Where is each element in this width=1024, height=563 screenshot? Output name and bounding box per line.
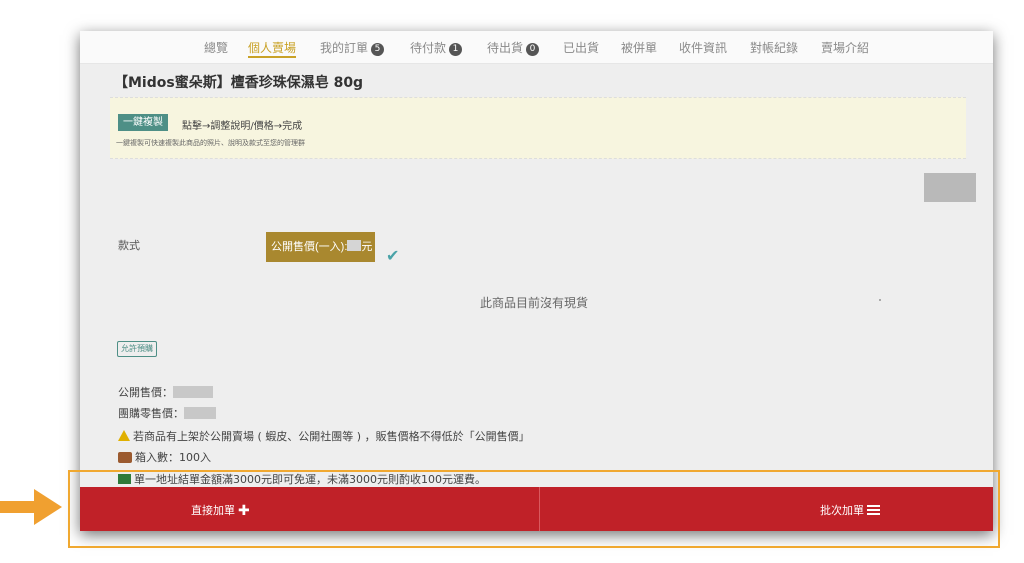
tab-recipient-info[interactable]: 收件資訊 bbox=[679, 41, 727, 55]
no-stock-message: 此商品目前沒有現貨 bbox=[480, 296, 589, 310]
box-qty-text: 箱入數：100入 bbox=[135, 451, 211, 464]
tab-shop-intro[interactable]: 賣場介紹 bbox=[821, 41, 869, 55]
tab-merged[interactable]: 被併單 bbox=[621, 41, 657, 55]
warning-icon bbox=[118, 430, 130, 441]
one-click-copy-button[interactable]: 一鍵複製 bbox=[118, 114, 168, 131]
count-badge: 1 bbox=[449, 43, 463, 56]
price-warning-line: 若商品有上架於公開賣場 ( 蝦皮、公開社團等 ) ，販售價格不得低於「公開售價」 bbox=[118, 430, 530, 444]
tab-pending-payment[interactable]: 待付款 1 bbox=[410, 41, 463, 56]
product-title: 【Midos蜜朵斯】檀香珍珠保濕皂 80g bbox=[114, 75, 364, 91]
copy-instruction: 點擊→調整說明/價格→完成 bbox=[182, 121, 303, 132]
checkmark-icon: ✔ bbox=[386, 246, 400, 265]
box-qty-line: 箱入數：100入 bbox=[118, 451, 211, 465]
tab-overview[interactable]: 總覽 bbox=[204, 41, 228, 55]
style-label: 款式 bbox=[118, 239, 140, 252]
price-option-suffix: 元 bbox=[361, 241, 373, 253]
count-badge: 5 bbox=[371, 43, 385, 56]
price-warning-text: 若商品有上架於公開賣場 ( 蝦皮、公開社團等 ) ，販售價格不得低於「公開售價」 bbox=[133, 430, 530, 443]
annotation-arrow-head bbox=[34, 489, 62, 525]
public-price-line: 公開售價： bbox=[118, 386, 213, 400]
tab-my-orders[interactable]: 我的訂單 5 bbox=[320, 41, 385, 56]
public-price-label: 公開售價： bbox=[118, 386, 173, 399]
group-price-line: 團購零售價： bbox=[118, 407, 216, 421]
annotation-arrow-icon bbox=[0, 501, 36, 513]
tab-pending-shipment[interactable]: 待出貨 0 bbox=[487, 41, 540, 56]
app-window: 總覽 個人賣場 我的訂單 5 待付款 1 待出貨 0 已出貨 被併單 收件資訊 對帳紀… bbox=[80, 31, 993, 531]
preorder-tag: 允許預購 bbox=[117, 341, 157, 357]
annotation-highlight-box bbox=[68, 470, 1000, 548]
redacted-value bbox=[173, 386, 213, 398]
price-option-button[interactable]: 公開售價(一入): 元 bbox=[266, 232, 376, 262]
tab-shipped[interactable]: 已出貨 bbox=[563, 41, 599, 55]
copy-notice: 一鍵複製 點擊→調整說明/價格→完成 一鍵複製可快速複製此商品的照片、說明及款式… bbox=[110, 97, 966, 159]
tab-label: 待出貨 bbox=[487, 41, 524, 55]
box-icon bbox=[118, 452, 132, 463]
tab-label: 我的訂單 bbox=[320, 41, 369, 55]
divider-dot bbox=[879, 299, 881, 301]
tab-label: 待付款 bbox=[410, 41, 447, 55]
redacted-value bbox=[184, 407, 216, 419]
count-badge: 0 bbox=[526, 43, 540, 56]
top-nav: 總覽 個人賣場 我的訂單 5 待付款 1 待出貨 0 已出貨 被併單 收件資訊 對帳紀… bbox=[80, 31, 993, 64]
group-price-label: 團購零售價： bbox=[118, 407, 184, 420]
price-option-label: 公開售價(一入): bbox=[271, 241, 348, 253]
tab-reconciliation[interactable]: 對帳紀錄 bbox=[750, 41, 798, 55]
tab-personal-shop[interactable]: 個人賣場 bbox=[248, 41, 297, 58]
copy-description: 一鍵複製可快速複製此商品的照片、說明及款式至您的管理群 bbox=[116, 139, 305, 147]
image-placeholder bbox=[924, 173, 976, 202]
redacted-value bbox=[347, 240, 362, 251]
